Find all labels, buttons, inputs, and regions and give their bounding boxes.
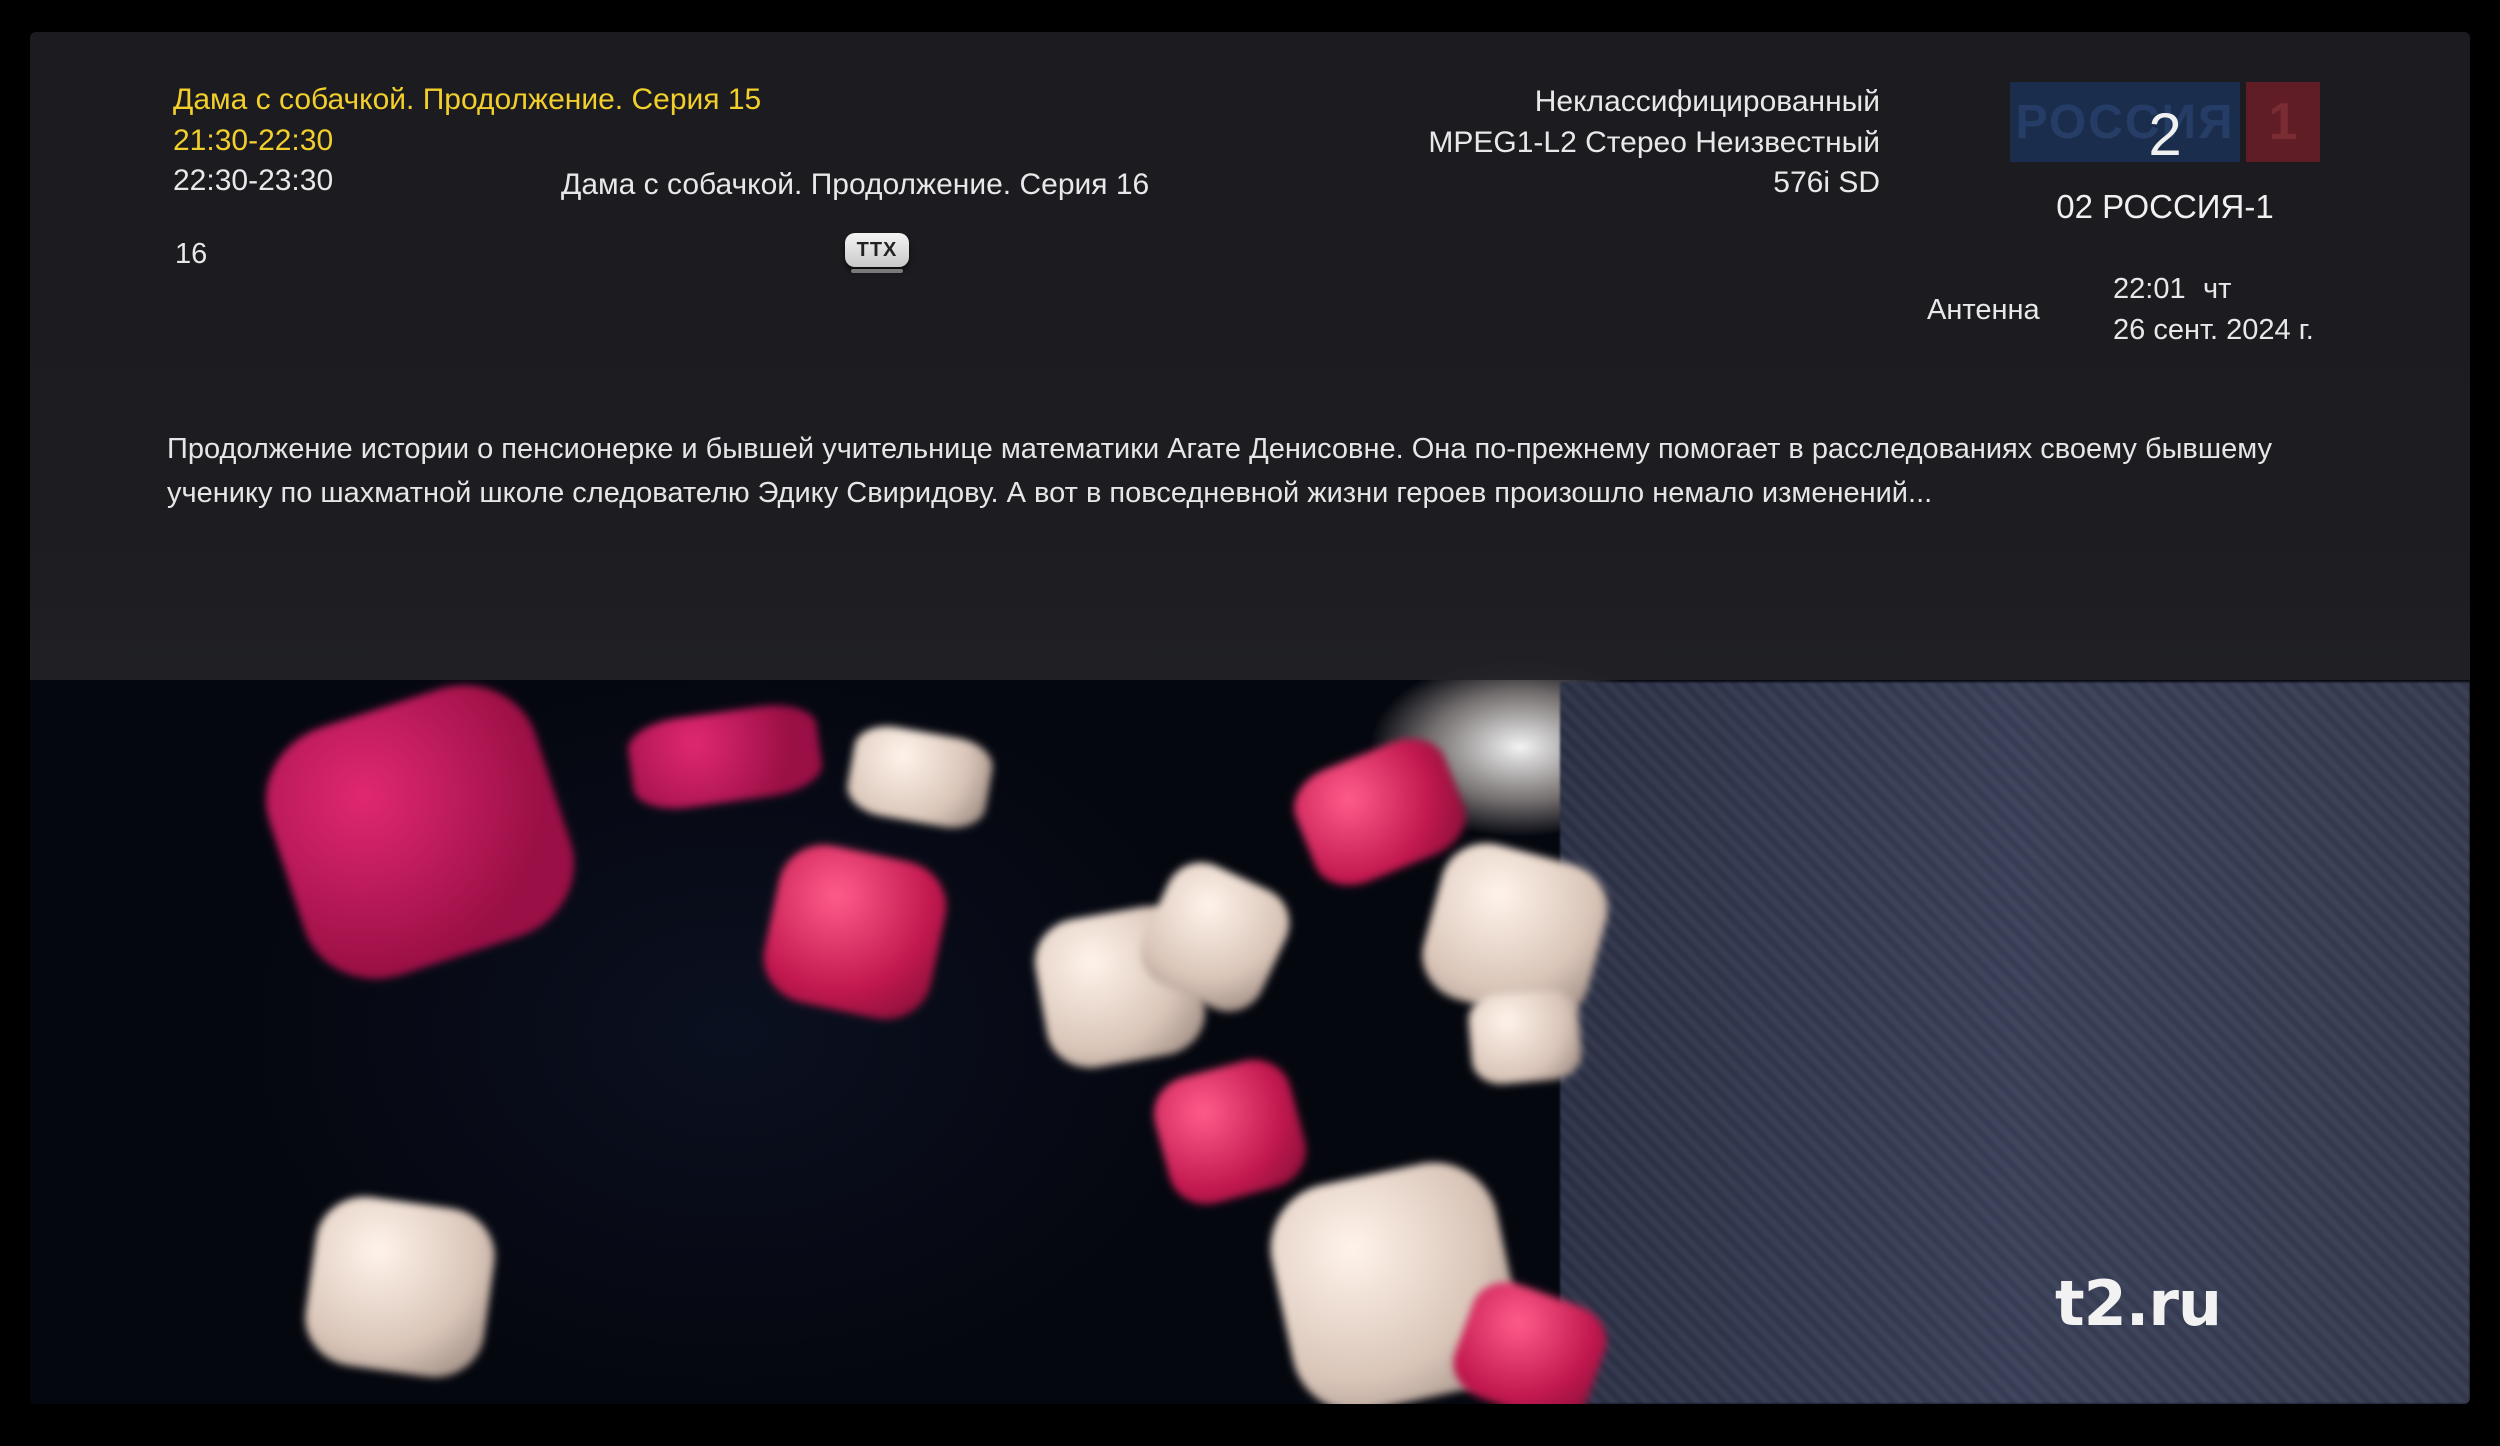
broadcast-watermark: t2.ru bbox=[2055, 1267, 2222, 1340]
video-shape bbox=[1466, 987, 1584, 1087]
clock-date: 26 сент. 2024 г. bbox=[2113, 314, 2314, 346]
video-shape bbox=[624, 699, 826, 815]
channel-number: 2 bbox=[2148, 101, 2182, 168]
tv-screen: Дама с собачкой. Продолжение. Серия 15 2… bbox=[30, 32, 2470, 1404]
video-wall bbox=[1560, 682, 2470, 1404]
program-description: Продолжение истории о пенсионерке и бывш… bbox=[167, 433, 2272, 509]
genre-label: Неклассифицированный bbox=[1534, 85, 1880, 118]
next-program-time: 22:30-23:30 bbox=[173, 164, 334, 197]
signal-source: Антенна bbox=[1927, 294, 2040, 326]
age-rating: 16 bbox=[175, 238, 208, 270]
video-format-label: 576i SD bbox=[1773, 166, 1880, 199]
channel-logo-number: 1 bbox=[2246, 82, 2320, 162]
current-program-time: 21:30-22:30 bbox=[173, 124, 334, 157]
clock-weekday: чт bbox=[2203, 273, 2232, 305]
video-shape bbox=[1145, 1051, 1315, 1213]
video-shape bbox=[843, 720, 997, 834]
program-info-banner: Дама с собачкой. Продолжение. Серия 15 2… bbox=[30, 32, 2470, 680]
video-shape bbox=[299, 1190, 501, 1384]
teletext-label: TTX bbox=[856, 238, 898, 261]
video-shape bbox=[246, 665, 594, 999]
video-shape bbox=[755, 836, 955, 1028]
current-program-title: Дама с собачкой. Продолжение. Серия 15 bbox=[173, 83, 762, 116]
teletext-icon: TTX bbox=[845, 233, 909, 273]
channel-name: 02 РОССИЯ-1 bbox=[2056, 188, 2274, 225]
clock-time: 22:01 bbox=[2113, 273, 2186, 305]
audio-format-label: MPEG1-L2 Стерео Неизвестный bbox=[1428, 126, 1880, 159]
next-program-title: Дама с собачкой. Продолжение. Серия 16 bbox=[561, 168, 1150, 201]
